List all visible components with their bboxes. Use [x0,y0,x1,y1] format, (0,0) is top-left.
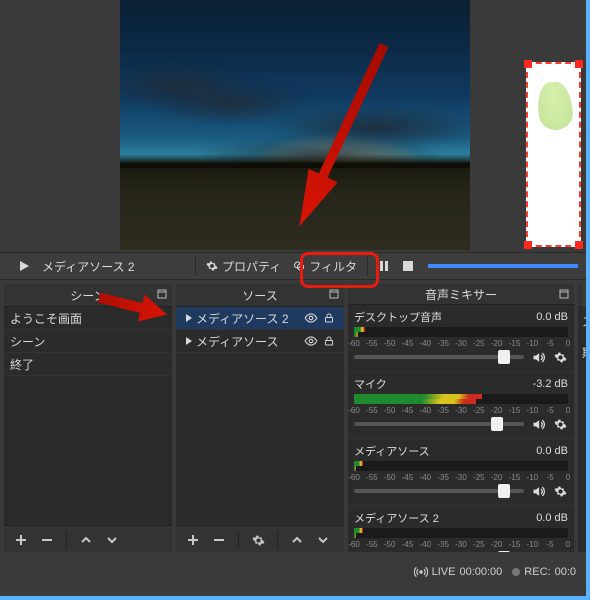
move-down-button[interactable] [314,531,332,549]
remove-button[interactable] [210,531,228,549]
extra-panel: スイ 期間 [578,284,582,554]
meter-ticks: -60-55-50-45-40-35-30-25-20-15-10-50 [354,406,568,414]
add-button[interactable] [12,531,30,549]
rec-label: REC: [524,566,550,578]
live-label: LIVE [432,566,456,578]
current-source-label: メディアソース 2 [42,258,135,275]
resize-handle[interactable] [524,60,532,68]
move-up-button[interactable] [288,531,306,549]
scene-label: 終了 [10,356,166,373]
extra-title [578,284,582,307]
preview-canvas[interactable] [120,0,470,250]
sources-list[interactable]: メディアソース 2 メディアソース [176,307,344,525]
mixer-title: 音声ミキサー [348,284,574,305]
broadcast-icon [414,565,428,579]
mixer-channel: デスクトップ音声 0.0 dB -60-55-50-45-40-35-30-25-2… [348,305,574,372]
preview-area [0,0,586,276]
mixer-channel: メディアソース 2 0.0 dB -60-55-50-45-40-35-30-25-… [348,506,574,554]
level-meter [354,461,568,471]
channel-name: デスクトップ音声 [354,309,442,325]
live-time: 00:00:00 [459,566,502,578]
level-meter [354,327,568,337]
move-up-button[interactable] [77,531,95,549]
volume-fader[interactable] [354,422,524,426]
dock-area: シーン ようこそ画面シーン終了 ソース メディアソー [0,284,586,554]
scene-row[interactable]: 終了 [4,353,172,376]
popout-icon[interactable] [156,288,168,300]
remove-button[interactable] [38,531,56,549]
level-meter [354,394,568,404]
popout-icon[interactable] [558,288,570,300]
sources-panel: ソース メディアソース 2 メディアソース [176,284,344,554]
channel-settings-button[interactable] [552,416,568,432]
channel-db: 0.0 dB [536,445,568,457]
popout-icon[interactable] [578,289,582,301]
move-down-button[interactable] [103,531,121,549]
channel-name: マイク [354,376,387,392]
filters-label: フィルタ [309,258,357,275]
add-button[interactable] [184,531,202,549]
source-label: メディアソース [196,333,302,350]
rec-time: 00:0 [555,566,576,578]
media-progress[interactable] [428,264,578,268]
sources-title: ソース [176,284,344,307]
level-meter [354,528,568,538]
rec-dot-icon [512,568,520,576]
resize-handle[interactable] [575,241,583,249]
lock-toggle[interactable] [320,312,338,324]
volume-fader[interactable] [354,489,524,493]
selected-overlay[interactable] [526,62,581,247]
scenes-list[interactable]: ようこそ画面シーン終了 [4,307,172,525]
source-properties-button[interactable] [249,531,267,549]
popout-icon[interactable] [328,288,340,300]
mixer-channel: メディアソース 0.0 dB -60-55-50-45-40-35-30-25-20… [348,439,574,506]
channel-db: -3.2 dB [533,378,568,390]
mixer-list[interactable]: デスクトップ音声 0.0 dB -60-55-50-45-40-35-30-25-2… [348,305,574,554]
speaker-icon[interactable] [530,349,546,365]
mixer-channel: マイク -3.2 dB -60-55-50-45-40-35-30-25-20-15… [348,372,574,439]
meter-ticks: -60-55-50-45-40-35-30-25-20-15-10-50 [354,540,568,548]
resize-handle[interactable] [575,60,583,68]
preview-ground [120,168,470,250]
lock-toggle[interactable] [320,335,338,347]
visibility-toggle[interactable] [302,311,320,325]
status-bar: LIVE 00:00:00 REC: 00:0 [0,552,586,592]
scenes-toolbar [4,525,172,554]
source-row[interactable]: メディアソース [176,330,344,353]
scene-label: シーン [10,333,166,350]
stop-button[interactable] [396,254,420,278]
extra-body: スイ 期間 [578,307,586,554]
speaker-icon[interactable] [530,416,546,432]
properties-label: プロパティ [222,258,281,275]
play-button[interactable] [12,254,36,278]
visibility-toggle[interactable] [302,334,320,348]
pause-button[interactable] [372,254,396,278]
channel-settings-button[interactable] [552,349,568,365]
expand-icon [182,314,196,322]
filter-icon [293,260,305,272]
channel-db: 0.0 dB [536,512,568,524]
channel-name: メディアソース [354,443,430,459]
resize-handle[interactable] [524,241,532,249]
scenes-panel: シーン ようこそ画面シーン終了 [4,284,172,554]
app-root: メディアソース 2 プロパティ フィルタ [0,0,590,600]
volume-fader[interactable] [354,355,524,359]
channel-db: 0.0 dB [536,311,568,323]
properties-button[interactable]: プロパティ [200,254,287,278]
media-control-bar: メディアソース 2 プロパティ フィルタ [0,252,586,280]
overlay-leaf-icon [536,80,575,131]
meter-ticks: -60-55-50-45-40-35-30-25-20-15-10-50 [354,339,568,347]
mixer-panel: 音声ミキサー デスクトップ音声 0.0 dB -60-55-50-45-40-35-… [348,284,574,554]
channel-name: メディアソース 2 [354,510,439,526]
filters-button[interactable]: フィルタ [287,254,363,278]
source-label: メディアソース 2 [196,310,302,327]
expand-icon [182,337,196,345]
sources-toolbar [176,525,344,554]
speaker-icon[interactable] [530,483,546,499]
channel-settings-button[interactable] [552,483,568,499]
scene-row[interactable]: シーン [4,330,172,353]
meter-ticks: -60-55-50-45-40-35-30-25-20-15-10-50 [354,473,568,481]
source-row[interactable]: メディアソース 2 [176,307,344,330]
gear-icon [206,260,218,272]
